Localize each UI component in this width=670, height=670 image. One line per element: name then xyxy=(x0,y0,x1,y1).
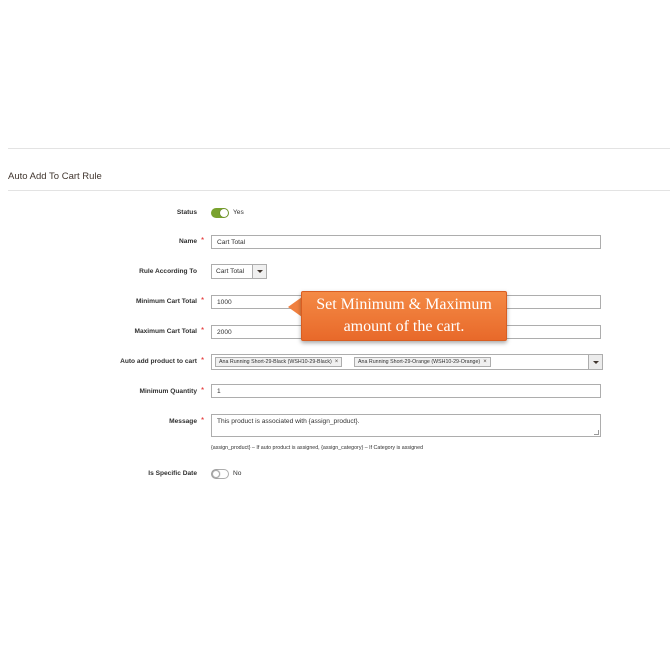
message-textarea[interactable]: This product is associated with {assign_… xyxy=(211,414,601,437)
chevron-down-icon[interactable] xyxy=(588,355,602,369)
resize-handle[interactable] xyxy=(594,430,599,435)
toggle-knob xyxy=(212,470,220,478)
required-marker: * xyxy=(201,386,205,395)
product-chip-label: Ana Running Short-29-Orange (WSH10-29-Or… xyxy=(358,359,481,365)
product-chip-label: Ana Running Short-29-Black (WSH10-29-Bla… xyxy=(219,359,332,365)
status-label: Status xyxy=(176,209,197,216)
required-marker: * xyxy=(201,236,205,245)
annotation-callout: Set Minimum & Maximum amount of the cart… xyxy=(301,291,507,341)
remove-chip-icon[interactable]: × xyxy=(335,359,339,365)
required-marker: * xyxy=(201,416,205,425)
product-chip: Ana Running Short-29-Orange (WSH10-29-Or… xyxy=(354,357,491,367)
maximum-cart-total-label: Maximum Cart Total xyxy=(134,328,197,335)
top-divider xyxy=(8,148,670,149)
minimum-quantity-label: Minimum Quantity xyxy=(139,388,197,395)
toggle-knob xyxy=(220,209,228,217)
message-note: {assign_product} – If auto product is as… xyxy=(211,445,424,451)
section-divider xyxy=(8,190,670,191)
required-marker: * xyxy=(201,296,205,305)
callout-pointer xyxy=(288,297,302,317)
name-input[interactable]: Cart Total xyxy=(211,235,601,249)
name-label: Name xyxy=(179,238,197,245)
product-chip: Ana Running Short-29-Black (WSH10-29-Bla… xyxy=(215,357,343,367)
is-specific-date-label: Is Specific Date xyxy=(148,470,197,477)
is-specific-date-toggle[interactable] xyxy=(211,469,229,479)
minimum-quantity-input[interactable]: 1 xyxy=(211,384,601,398)
status-toggle[interactable] xyxy=(211,208,229,218)
required-marker: * xyxy=(201,326,205,335)
message-text: This product is associated with {assign_… xyxy=(217,418,360,425)
rule-according-to-value: Cart Total xyxy=(216,268,245,275)
auto-add-product-multiselect[interactable]: Ana Running Short-29-Black (WSH10-29-Bla… xyxy=(211,354,603,370)
status-value: Yes xyxy=(233,209,244,216)
auto-add-product-label: Auto add product to cart xyxy=(120,358,197,365)
callout-line-1: Set Minimum & Maximum xyxy=(316,296,492,313)
remove-chip-icon[interactable]: × xyxy=(483,359,487,365)
is-specific-date-value: No xyxy=(233,470,242,477)
callout-line-2: amount of the cart. xyxy=(343,318,465,335)
message-label: Message xyxy=(169,418,197,425)
required-marker: * xyxy=(201,356,205,365)
section-title: Auto Add To Cart Rule xyxy=(8,171,102,182)
rule-according-to-select[interactable]: Cart Total xyxy=(211,264,267,279)
rule-according-to-label: Rule According To xyxy=(139,268,197,275)
chevron-down-icon[interactable] xyxy=(252,265,266,278)
minimum-cart-total-label: Minimum Cart Total xyxy=(135,298,197,305)
